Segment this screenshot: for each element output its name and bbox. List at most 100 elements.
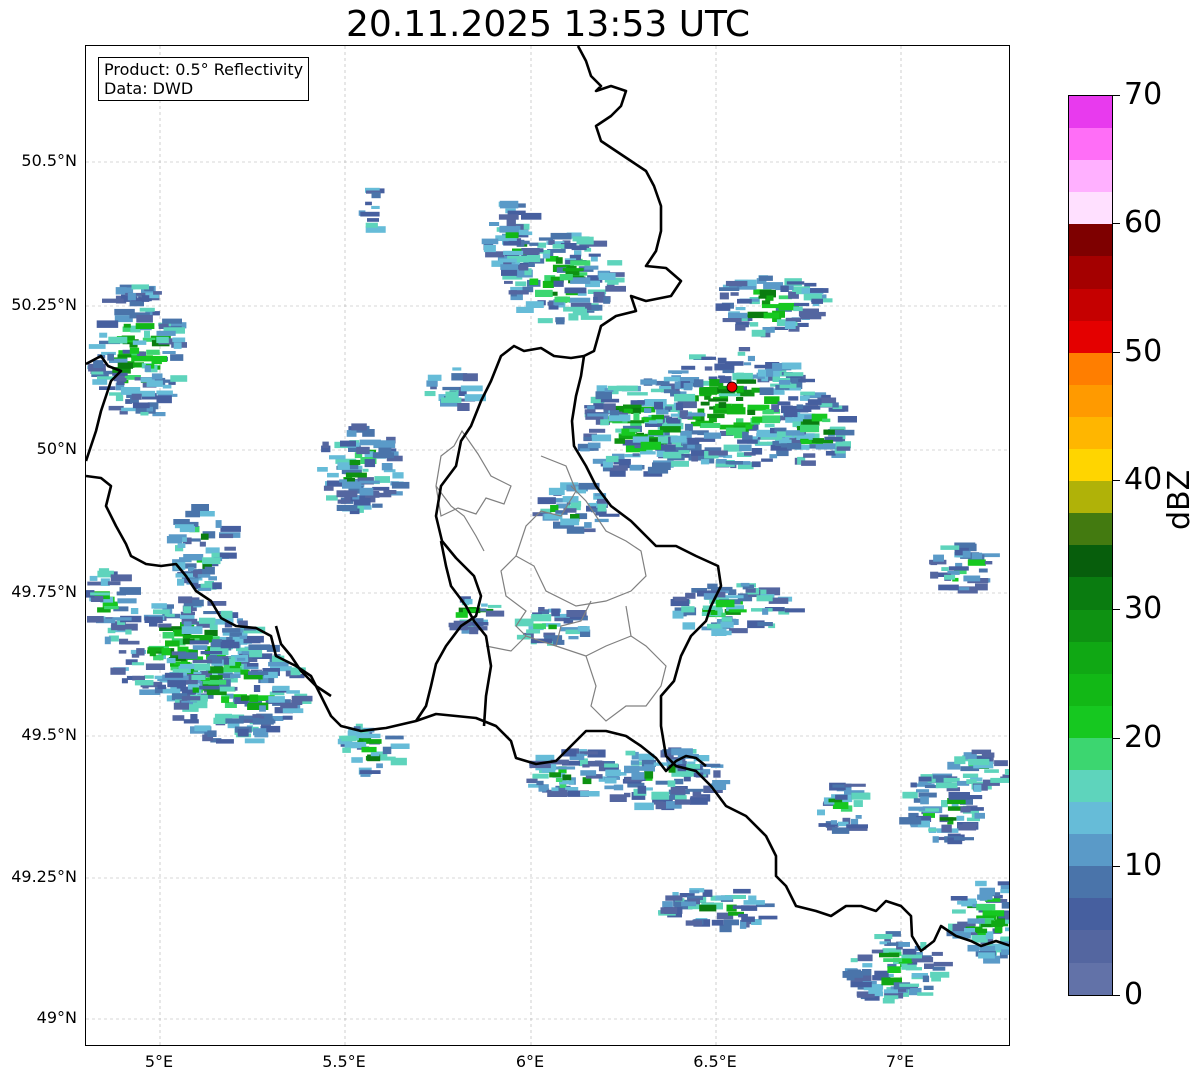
echo-cell bbox=[751, 448, 763, 455]
echo-cell bbox=[577, 626, 590, 632]
echo-cell bbox=[116, 381, 125, 386]
echo-cell bbox=[166, 536, 183, 544]
echo-cell bbox=[202, 557, 221, 565]
echo-cell bbox=[783, 410, 798, 418]
echo-cell bbox=[699, 423, 721, 428]
colorbar-segment bbox=[1069, 641, 1112, 674]
echo-cell bbox=[99, 332, 108, 338]
echo-cell bbox=[812, 438, 825, 442]
echo-cell bbox=[192, 659, 213, 663]
colorbar-unit-label: dBZ bbox=[1162, 469, 1197, 530]
echo-cell bbox=[717, 357, 727, 364]
echo-cell bbox=[127, 293, 136, 301]
echo-cell bbox=[323, 485, 334, 491]
echo-cell bbox=[735, 307, 746, 311]
colorbar-segment bbox=[1069, 416, 1112, 450]
echo-cell bbox=[844, 783, 866, 787]
colorbar-tick-mark bbox=[1113, 480, 1120, 481]
echo-cell bbox=[837, 416, 857, 423]
colorbar-segment bbox=[1069, 866, 1112, 899]
echo-cell bbox=[975, 880, 987, 887]
echo-cell bbox=[627, 392, 648, 396]
echo-cell bbox=[811, 298, 823, 304]
echo-cell bbox=[831, 827, 850, 834]
echo-cell bbox=[655, 380, 670, 386]
echo-cell bbox=[887, 942, 899, 946]
echo-cell bbox=[736, 397, 744, 401]
echo-cell bbox=[991, 920, 1004, 927]
echo-cell bbox=[500, 264, 519, 270]
echo-cell bbox=[905, 967, 922, 971]
echo-cell bbox=[973, 784, 982, 792]
echo-cell bbox=[637, 785, 647, 794]
echo-cell bbox=[832, 802, 849, 809]
echo-cell bbox=[253, 685, 261, 692]
echo-cell bbox=[135, 323, 155, 329]
echo-cell bbox=[587, 442, 601, 449]
echo-cell bbox=[267, 719, 276, 724]
colorbar-segment bbox=[1069, 834, 1112, 867]
echo-cell bbox=[648, 429, 664, 436]
echo-cell bbox=[976, 928, 988, 934]
echo-cell bbox=[960, 806, 971, 813]
radar-map[interactable] bbox=[85, 45, 1010, 1046]
echo-cell bbox=[204, 566, 215, 575]
echo-cell bbox=[529, 278, 539, 285]
echo-cell bbox=[199, 541, 206, 547]
colorbar-tick-label: 30 bbox=[1124, 591, 1163, 626]
echo-cell bbox=[736, 418, 744, 423]
echo-cell bbox=[162, 318, 182, 324]
echo-cell bbox=[372, 503, 383, 508]
colorbar-tick-mark bbox=[1113, 352, 1120, 353]
echo-cell bbox=[778, 380, 791, 385]
echo-cell bbox=[730, 292, 739, 296]
echo-cell bbox=[738, 913, 748, 918]
echo-cell bbox=[551, 787, 559, 792]
echo-cell bbox=[93, 360, 104, 368]
echo-cell bbox=[506, 219, 516, 227]
echo-cell bbox=[918, 776, 932, 782]
echo-cell bbox=[632, 453, 640, 457]
echo-cell bbox=[686, 788, 704, 792]
colorbar-tick-label: 20 bbox=[1124, 720, 1163, 755]
echo-cell bbox=[538, 607, 545, 612]
colorbar-tick-label: 0 bbox=[1124, 977, 1144, 1012]
echo-cell bbox=[687, 437, 700, 445]
echo-cell bbox=[851, 792, 871, 800]
echo-cell bbox=[460, 385, 483, 392]
echo-cell bbox=[594, 518, 609, 523]
colorbar-segment bbox=[1069, 673, 1112, 706]
echo-cell bbox=[102, 298, 124, 303]
echo-cell bbox=[178, 652, 198, 659]
echo-cell bbox=[982, 910, 1005, 917]
echo-cell bbox=[902, 948, 917, 956]
echo-cell bbox=[758, 915, 778, 920]
echo-cell bbox=[555, 777, 563, 782]
lon-tick: 5°E bbox=[144, 1052, 174, 1071]
echo-cell bbox=[722, 595, 744, 599]
echo-cell bbox=[716, 459, 727, 464]
echo-cell bbox=[603, 296, 611, 304]
echo-cell bbox=[342, 747, 351, 753]
echo-cell bbox=[131, 355, 153, 362]
echo-cell bbox=[129, 347, 140, 354]
echo-cell bbox=[455, 612, 468, 618]
echo-cell bbox=[205, 547, 220, 554]
echo-cell bbox=[899, 817, 922, 825]
echo-cell bbox=[570, 260, 591, 266]
echo-cell bbox=[584, 522, 592, 528]
echo-cell bbox=[144, 330, 150, 338]
echo-cell bbox=[156, 336, 169, 344]
echo-cell bbox=[715, 599, 735, 608]
echo-cell bbox=[718, 402, 727, 408]
echo-cell bbox=[725, 461, 743, 465]
echo-cell bbox=[803, 453, 816, 458]
echo-cell bbox=[740, 582, 750, 587]
echo-cell bbox=[595, 391, 612, 400]
echo-cell bbox=[974, 812, 985, 819]
lat-tick: 49.75°N bbox=[11, 582, 77, 601]
echo-cell bbox=[644, 771, 654, 779]
echo-cell bbox=[756, 595, 773, 602]
echo-cell bbox=[941, 800, 948, 808]
echo-cell bbox=[535, 289, 553, 297]
